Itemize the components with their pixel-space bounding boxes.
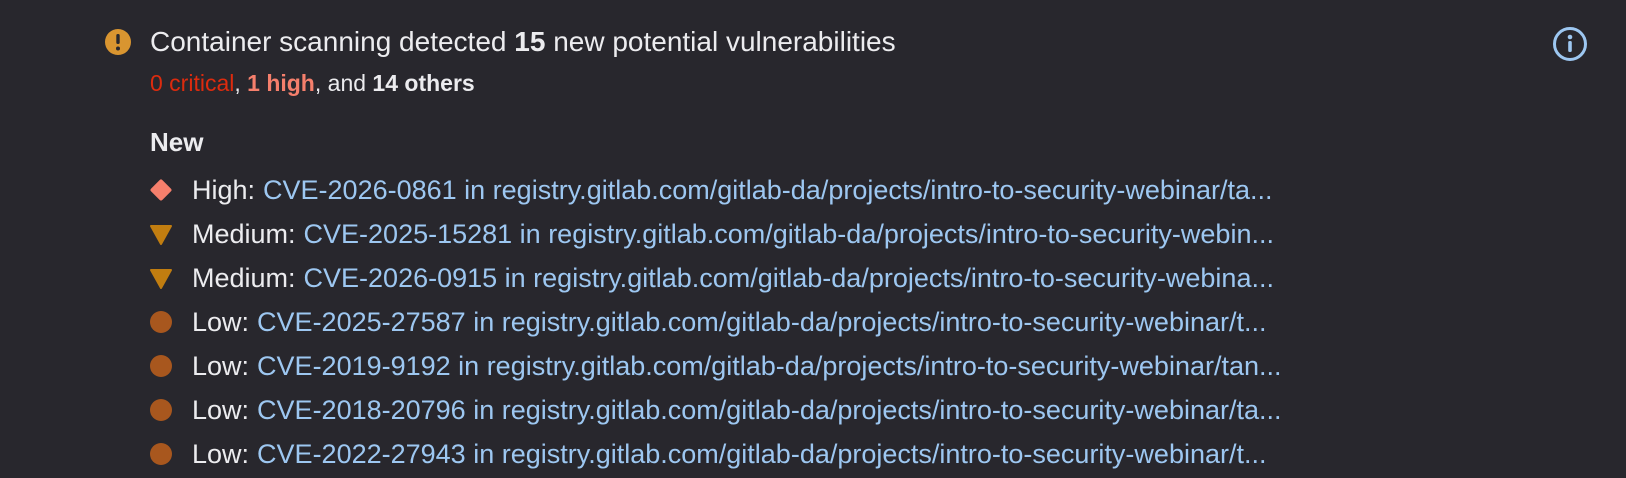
summary-separator: , bbox=[234, 70, 241, 96]
severity-label: Low: bbox=[192, 394, 250, 425]
vulnerability-link[interactable]: CVE-2018-20796 in registry.gitlab.com/gi… bbox=[257, 395, 1281, 426]
severity-label: Low: bbox=[192, 350, 250, 381]
security-report-widget: Container scanning detected 15 new poten… bbox=[0, 0, 1626, 478]
severity-label: High: bbox=[192, 174, 256, 205]
vulnerability-link[interactable]: CVE-2019-9192 in registry.gitlab.com/git… bbox=[257, 351, 1281, 382]
vulnerability-list: High: CVE-2026-0861 in registry.gitlab.c… bbox=[148, 168, 1548, 476]
severity-medium-icon bbox=[148, 265, 174, 291]
list-item: Low: CVE-2018-20796 in registry.gitlab.c… bbox=[148, 388, 1548, 432]
others-count: 14 others bbox=[372, 70, 475, 96]
list-item: Low: CVE-2022-27943 in registry.gitlab.c… bbox=[148, 432, 1548, 476]
vulnerability-link[interactable]: CVE-2025-15281 in registry.gitlab.com/gi… bbox=[304, 219, 1274, 250]
severity-label: Low: bbox=[192, 438, 250, 469]
severity-label: Medium: bbox=[192, 218, 296, 249]
critical-count: 0 critical bbox=[150, 70, 235, 96]
severity-low-icon bbox=[148, 353, 174, 379]
severity-label: Medium: bbox=[192, 262, 296, 293]
severity-low-icon bbox=[148, 309, 174, 335]
title-prefix: Container scanning detected bbox=[150, 26, 507, 57]
vulnerability-count: 15 bbox=[514, 26, 546, 57]
warning-circle-icon bbox=[104, 28, 132, 56]
list-item: Low: CVE-2025-27587 in registry.gitlab.c… bbox=[148, 300, 1548, 344]
title-suffix: new potential vulnerabilities bbox=[553, 26, 896, 57]
list-item: Medium: CVE-2026-0915 in registry.gitlab… bbox=[148, 256, 1548, 300]
high-count: 1 high bbox=[247, 70, 315, 96]
list-item: High: CVE-2026-0861 in registry.gitlab.c… bbox=[148, 168, 1548, 212]
severity-label: Low: bbox=[192, 306, 250, 337]
list-item: Medium: CVE-2025-15281 in registry.gitla… bbox=[148, 212, 1548, 256]
widget-title: Container scanning detected 15 new poten… bbox=[150, 22, 896, 62]
section-heading-new: New bbox=[150, 127, 204, 157]
severity-high-icon bbox=[148, 177, 174, 203]
vulnerability-link[interactable]: CVE-2026-0915 in registry.gitlab.com/git… bbox=[304, 263, 1274, 294]
list-item: Low: CVE-2019-9192 in registry.gitlab.co… bbox=[148, 344, 1548, 388]
summary-separator: , and bbox=[314, 70, 367, 96]
severity-low-icon bbox=[148, 441, 174, 467]
severity-low-icon bbox=[148, 397, 174, 423]
vulnerability-link[interactable]: CVE-2022-27943 in registry.gitlab.com/gi… bbox=[257, 439, 1266, 470]
severity-summary: 0 critical, 1 high, and 14 others bbox=[150, 66, 475, 100]
vulnerability-link[interactable]: CVE-2026-0861 in registry.gitlab.com/git… bbox=[263, 175, 1272, 206]
info-icon[interactable] bbox=[1552, 26, 1588, 62]
severity-medium-icon bbox=[148, 221, 174, 247]
vulnerability-link[interactable]: CVE-2025-27587 in registry.gitlab.com/gi… bbox=[257, 307, 1266, 338]
